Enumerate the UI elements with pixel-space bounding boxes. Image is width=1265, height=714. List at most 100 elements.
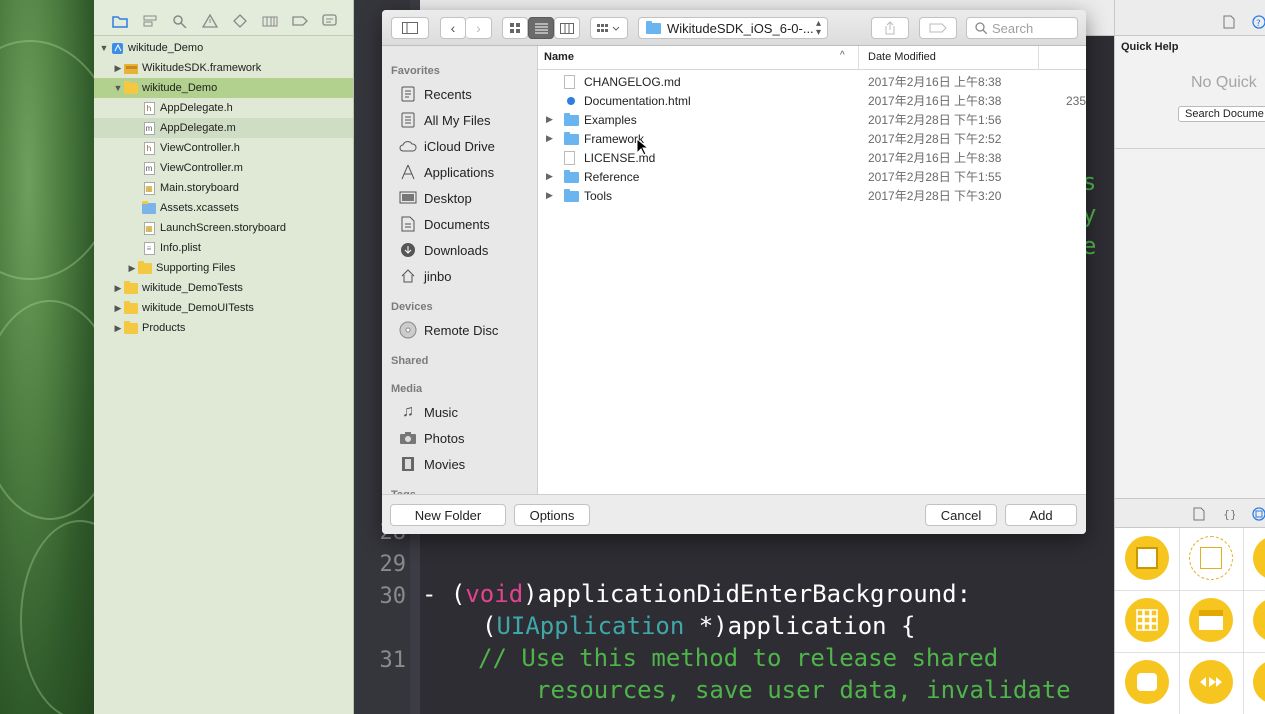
nav-item-info-plist[interactable]: ≡ Info.plist	[94, 238, 353, 258]
file-row[interactable]: ▶ Framework 2017年2月28日 下午2:52	[538, 129, 1086, 148]
sidebar-item-applications[interactable]: Applications	[398, 161, 494, 183]
disclosure-triangle[interactable]: ▶	[126, 263, 138, 274]
nav-item-demotests[interactable]: ▶ wikitude_DemoTests	[94, 278, 353, 298]
sidebar-item-movies[interactable]: Movies	[398, 453, 465, 475]
file-name: Tools	[584, 188, 613, 203]
sidebar-item-home[interactable]: jinbo	[398, 265, 451, 287]
cancel-button[interactable]: Cancel	[925, 504, 997, 526]
forward-button[interactable]: ›	[466, 17, 492, 39]
sort-ascending-icon[interactable]: ^	[840, 50, 845, 61]
arrange-icon	[597, 23, 620, 32]
sidebar-item-icloud-drive[interactable]: iCloud Drive	[398, 135, 495, 157]
recents-icon	[398, 85, 418, 103]
file-row[interactable]: Documentation.html 2017年2月16日 上午8:38 235	[538, 91, 1086, 110]
navigation-controller-icon[interactable]	[1253, 536, 1265, 580]
list-icon	[534, 23, 548, 33]
back-button[interactable]: ‹	[440, 17, 466, 39]
collection-view-controller-icon[interactable]	[1125, 598, 1169, 642]
cloud-icon	[398, 137, 418, 155]
header-file-icon: h	[142, 141, 156, 155]
disclosure-triangle[interactable]: ▶	[546, 171, 553, 182]
tag-button[interactable]	[919, 17, 957, 39]
keyword-token: void	[465, 580, 524, 608]
breakpoint-icon[interactable]	[292, 14, 308, 28]
file-row[interactable]: ▶ Examples 2017年2月28日 下午1:56	[538, 110, 1086, 129]
disclosure-triangle[interactable]: ▼	[98, 43, 110, 53]
nav-item-project[interactable]: ▼ wikitude_Demo	[94, 38, 353, 58]
file-row[interactable]: CHANGELOG.md 2017年2月16日 上午8:38	[538, 72, 1086, 91]
tab-bar-controller-icon[interactable]	[1189, 598, 1233, 642]
sidebar-item-photos[interactable]: Photos	[398, 427, 464, 449]
quick-help-title: Quick Help	[1121, 41, 1179, 53]
path-popup[interactable]: WikitudeSDK_iOS_6-0-... ▴ ▾	[638, 17, 828, 39]
disclosure-triangle[interactable]: ▶	[546, 190, 553, 201]
quick-help-icon[interactable]: ?	[1252, 15, 1265, 29]
sidebar-item-all-my-files[interactable]: All My Files	[398, 109, 490, 131]
object-library-icon[interactable]	[1252, 507, 1265, 521]
view-controller-icon[interactable]	[1125, 536, 1169, 580]
test-icon[interactable]	[232, 14, 248, 28]
nav-item-launchscreen[interactable]: ▦ LaunchScreen.storyboard	[94, 218, 353, 238]
camera-icon	[398, 429, 418, 447]
sidebar-item-music[interactable]: ♫ Music	[398, 401, 458, 423]
page-view-controller-icon[interactable]	[1253, 660, 1265, 704]
glkit-view-controller-icon[interactable]	[1125, 660, 1169, 704]
warning-icon[interactable]	[202, 14, 218, 28]
nav-item-main-storyboard[interactable]: ▦ Main.storyboard	[94, 178, 353, 198]
nav-item-supporting-files[interactable]: ▶ Supporting Files	[94, 258, 353, 278]
disclosure-triangle[interactable]: ▶	[546, 133, 553, 144]
file-row[interactable]: ▶ Tools 2017年2月28日 下午3:20	[538, 186, 1086, 205]
nav-item-products[interactable]: ▶ Products	[94, 318, 353, 338]
disclosure-triangle[interactable]: ▶	[112, 303, 124, 314]
nav-item-viewcontroller-h[interactable]: h ViewController.h	[94, 138, 353, 158]
nav-item-appdelegate-h[interactable]: h AppDelegate.h	[94, 98, 353, 118]
code-snippet-icon[interactable]: {}	[1223, 507, 1235, 521]
file-row[interactable]: LICENSE.md 2017年2月16日 上午8:38	[538, 148, 1086, 167]
sidebar-toggle-button[interactable]	[391, 17, 429, 39]
sidebar-item-desktop[interactable]: Desktop	[398, 187, 472, 209]
disclosure-triangle[interactable]: ▶	[546, 114, 553, 125]
disclosure-triangle[interactable]: ▶	[112, 323, 124, 334]
nav-item-demouitests[interactable]: ▶ wikitude_DemoUITests	[94, 298, 353, 318]
column-view-button[interactable]	[554, 17, 580, 39]
list-view-button[interactable]	[528, 17, 554, 39]
add-button[interactable]: Add	[1005, 504, 1077, 526]
share-button[interactable]	[871, 17, 909, 39]
sidebar-icon	[402, 22, 418, 34]
nav-item-wikitude-framework[interactable]: ▶ WikitudeSDK.framework	[94, 58, 353, 78]
nav-item-assets[interactable]: Assets.xcassets	[94, 198, 353, 218]
disclosure-triangle[interactable]: ▶	[112, 63, 124, 74]
column-date-modified[interactable]: Date Modified	[868, 51, 936, 63]
av-player-controller-icon[interactable]	[1189, 660, 1233, 704]
folder-icon	[564, 189, 579, 202]
storyboard-reference-icon[interactable]	[1189, 536, 1233, 580]
new-folder-button[interactable]: New Folder	[390, 504, 506, 526]
arrange-button[interactable]	[590, 17, 628, 39]
navigator-toolbar	[94, 0, 353, 36]
sidebar-item-recents[interactable]: Recents	[398, 83, 472, 105]
search-documentation-button[interactable]: Search Docume	[1178, 106, 1265, 122]
sidebar-item-documents[interactable]: Documents	[398, 213, 490, 235]
nav-item-appdelegate-m[interactable]: m AppDelegate.m	[94, 118, 353, 138]
code-line-30: - (void)applicationDidEnterBackground:	[422, 580, 971, 608]
column-name[interactable]: Name	[544, 51, 574, 63]
file-inspector-icon[interactable]	[1223, 15, 1235, 29]
source-control-icon[interactable]	[142, 14, 158, 28]
nav-item-viewcontroller-m[interactable]: m ViewController.m	[94, 158, 353, 178]
folder-nav-icon[interactable]	[112, 14, 128, 28]
options-button[interactable]: Options	[514, 504, 590, 526]
file-row[interactable]: ▶ Reference 2017年2月28日 下午1:55	[538, 167, 1086, 186]
debug-icon[interactable]	[262, 14, 278, 28]
icon-view-button[interactable]	[502, 17, 528, 39]
sidebar-item-label: jinbo	[424, 268, 452, 284]
sidebar-item-remote-disc[interactable]: Remote Disc	[398, 319, 498, 341]
disclosure-triangle[interactable]: ▶	[112, 283, 124, 294]
sidebar-item-downloads[interactable]: Downloads	[398, 239, 488, 261]
search-field[interactable]: Search	[966, 17, 1078, 39]
report-icon[interactable]	[322, 14, 338, 28]
disclosure-triangle[interactable]: ▼	[112, 83, 124, 93]
file-template-icon[interactable]	[1193, 507, 1205, 521]
nav-item-wikitude-demo-group[interactable]: ▼ wikitude_Demo	[94, 78, 353, 98]
search-icon[interactable]	[172, 14, 188, 28]
split-view-icon[interactable]	[1253, 598, 1265, 642]
